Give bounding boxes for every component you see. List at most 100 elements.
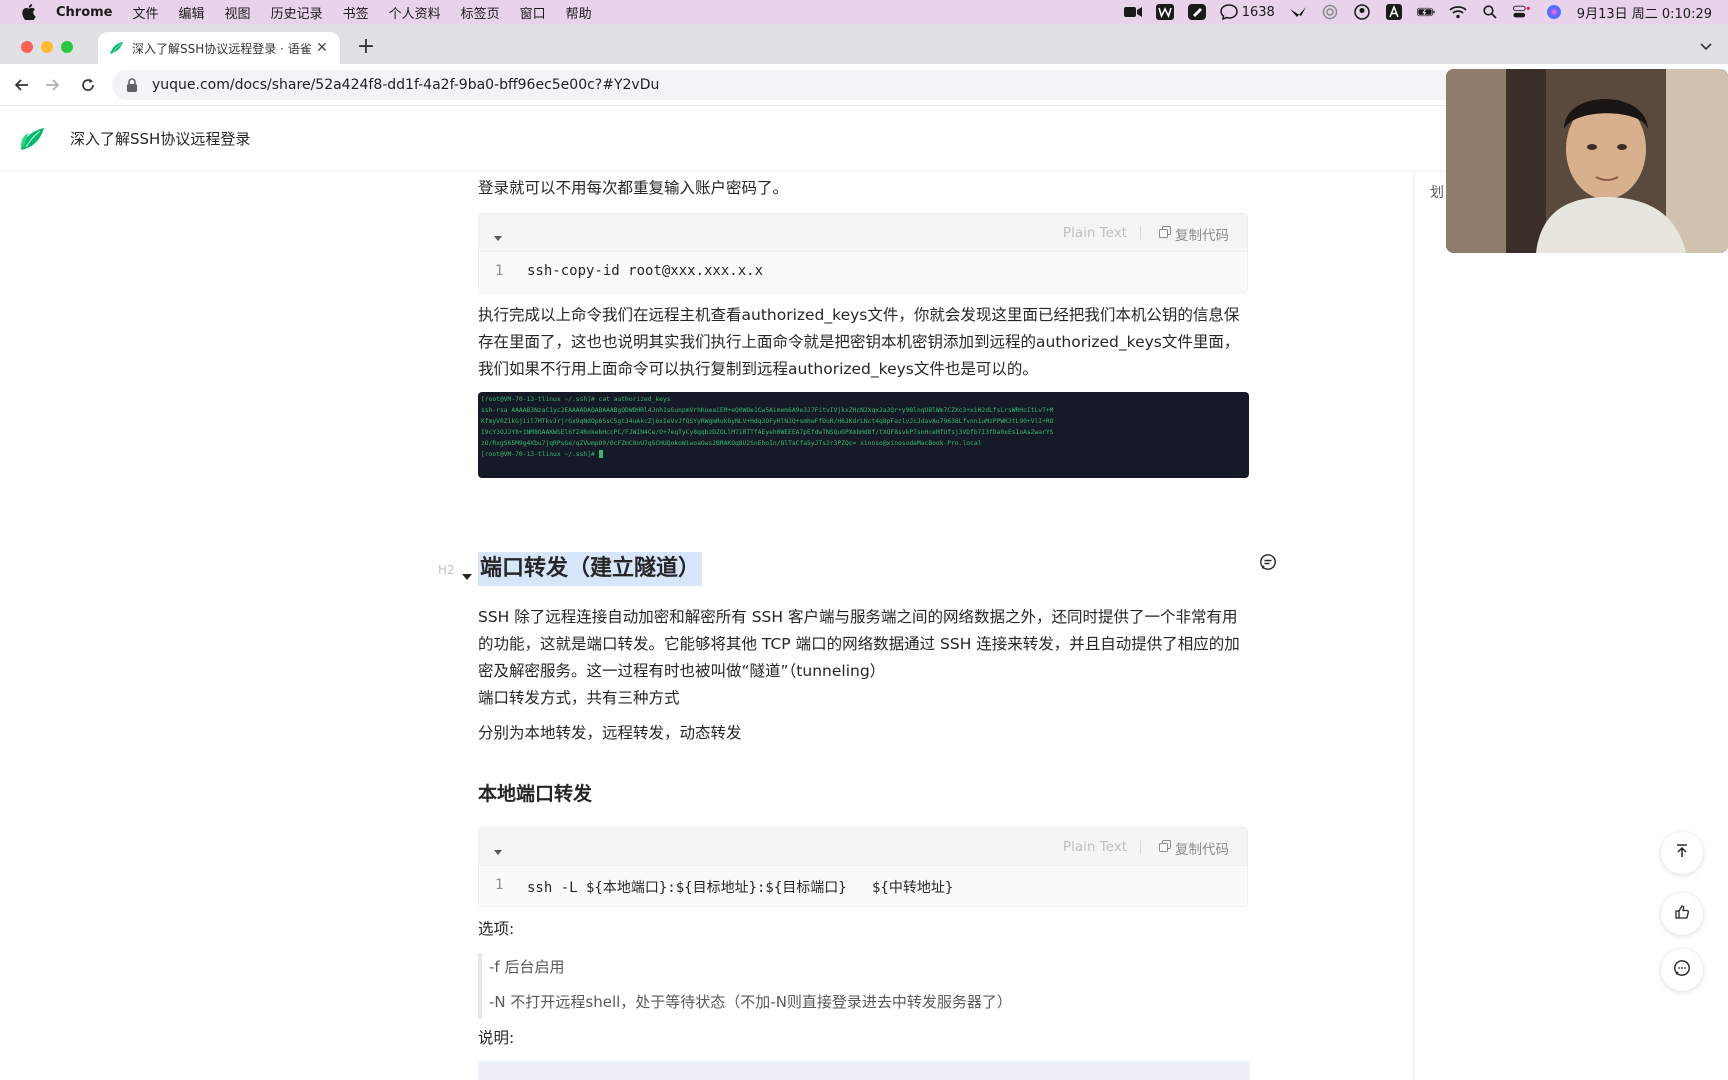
comment-icon[interactable] (1259, 553, 1277, 571)
user-circle-icon[interactable] (1353, 4, 1371, 20)
yuque-logo-icon[interactable] (18, 126, 46, 152)
lock-icon[interactable] (126, 78, 140, 92)
video-camera-icon[interactable] (1123, 4, 1142, 20)
code-block-header: Plain Text 复制代码 (479, 214, 1247, 252)
spiral-icon[interactable] (1321, 4, 1339, 20)
options-label: 选项: (478, 920, 515, 938)
thumbs-up-icon (1674, 904, 1690, 924)
zoom-window-button[interactable] (61, 41, 73, 53)
apple-icon[interactable] (20, 3, 38, 21)
option-n-line: -N 不打开远程shell，处于等待状态（不加-N则直接登录进去中转发服务器了） (489, 993, 1012, 1011)
forward-arrow-icon[interactable] (42, 75, 62, 95)
highlighted-block (478, 1061, 1250, 1080)
copy-code-button[interactable]: 复制代码 (1159, 838, 1229, 858)
copy-icon (1159, 226, 1171, 242)
forwarding-list-line: 分别为本地转发，远程转发，动态转发 (478, 724, 742, 742)
explain-label: 说明: (478, 1029, 515, 1047)
copy-icon (1159, 840, 1171, 856)
terminal-cursor (598, 450, 603, 458)
close-window-button[interactable] (21, 41, 33, 53)
tab-close-icon[interactable]: ✕ (314, 40, 330, 56)
heading-level-marker: H2 (438, 563, 455, 577)
macos-menubar: Chrome 文件 编辑 视图 历史记录 书签 个人资料 标签页 窗口 帮助 1… (0, 0, 1728, 24)
webcam-overlay (1446, 69, 1728, 253)
code-block-header: Plain Text 复制代码 (479, 828, 1247, 866)
menu-tab[interactable]: 标签页 (461, 3, 500, 22)
pen-app-icon[interactable] (1187, 4, 1206, 20)
code-language-label[interactable]: Plain Text (1063, 839, 1127, 855)
menu-view[interactable]: 视图 (225, 3, 251, 22)
battery-icon[interactable] (1416, 4, 1435, 20)
menu-app-chrome[interactable]: Chrome (56, 5, 113, 20)
yuque-favicon-icon (108, 40, 124, 56)
terminal-line: KfmyV0Z1kGjiil7MTkvJrjrGx9qNdOp6SsC5gt34… (481, 418, 1054, 425)
intro-paragraph: 登录就可以不用每次都重复输入账户密码了。 (478, 179, 789, 197)
menu-help[interactable]: 帮助 (566, 3, 592, 22)
back-to-top-button[interactable] (1661, 832, 1703, 874)
menu-history[interactable]: 历史记录 (271, 3, 323, 22)
url-text[interactable]: yuque.com/docs/share/52a424f8-dd1f-4a2f-… (152, 77, 659, 93)
code-header-divider (1140, 226, 1141, 240)
terminal-line: [root@VM-70-13-tlinux ~/.ssh]# cat autho… (481, 396, 671, 403)
feishu-icon[interactable] (1289, 4, 1307, 20)
forwarding-types-line: 端口转发方式，共有三种方式 (478, 689, 680, 707)
code-line-number: 1 (495, 263, 504, 279)
collapse-caret-icon[interactable] (493, 228, 503, 241)
code-header-divider (1140, 840, 1141, 854)
terminal-prompt-line: [root@VM-70-13-tlinux ~/.ssh]# (481, 449, 1246, 460)
code-block-ssh-copy-id: Plain Text 复制代码 1 ssh-copy-id root@xxx.x… (478, 213, 1248, 293)
comment-bubble-icon (1673, 959, 1691, 981)
chat-bubble-icon[interactable]: 1638 (1219, 4, 1275, 20)
menu-window[interactable]: 窗口 (520, 3, 546, 22)
menu-file[interactable]: 文件 (133, 3, 159, 22)
menu-bookmarks[interactable]: 书签 (343, 3, 369, 22)
quote-bar (478, 953, 482, 1019)
copy-code-button[interactable]: 复制代码 (1159, 224, 1229, 244)
chrome-tab-strip: 深入了解SSH协议远程登录 · 语雀 ✕ + (0, 24, 1728, 64)
menu-edit[interactable]: 编辑 (179, 3, 205, 22)
new-tab-button[interactable]: + (354, 36, 378, 60)
search-icon[interactable] (1481, 4, 1499, 20)
notification-count: 1638 (1241, 4, 1275, 20)
control-center-icon[interactable] (1512, 4, 1531, 20)
tab-title: 深入了解SSH协议远程登录 · 语雀 (132, 41, 312, 56)
wifi-icon[interactable] (1449, 4, 1467, 20)
address-bar[interactable]: yuque.com/docs/share/52a424f8-dd1f-4a2f-… (112, 70, 1462, 100)
doc-header-title[interactable]: 深入了解SSH协议远程登录 (70, 128, 250, 149)
option-f-line: -f 后台启用 (489, 958, 565, 976)
section-heading-port-forwarding[interactable]: 端口转发（建立隧道） (478, 552, 703, 586)
code-language-label[interactable]: Plain Text (1063, 225, 1127, 241)
code-block-body[interactable]: 1 ssh -L ${本地端口}:${目标地址}:${目标端口} ${中转地址} (479, 866, 1247, 906)
reload-icon[interactable] (78, 75, 98, 95)
arrow-up-icon (1674, 843, 1690, 863)
minimize-window-button[interactable] (41, 41, 53, 53)
code-block-body[interactable]: 1 ssh-copy-id root@xxx.xxx.x.x (479, 252, 1247, 292)
wps-icon[interactable] (1155, 4, 1174, 20)
right-panel-divider (1413, 172, 1414, 1080)
ssh-tunnel-paragraph: SSH 除了远程连接自动加密和解密所有 SSH 客户端与服务端之间的网络数据之外… (478, 608, 1240, 680)
input-method-icon[interactable] (1385, 4, 1403, 20)
like-button[interactable] (1661, 893, 1703, 935)
code-block-ssh-local-forward: Plain Text 复制代码 1 ssh -L ${本地端口}:${目标地址}… (478, 827, 1248, 907)
menubar-datetime[interactable]: 9月13日 周二 0:10:29 (1577, 3, 1712, 22)
terminal-line: I9cY3OJJY8+1NM8GAAKWSEl6fZ4RokebHccPC/FJ… (481, 429, 1054, 436)
heading-collapse-caret-icon[interactable] (462, 566, 472, 580)
terminal-line: zO/RxgS65M9g4Xbu7jqRPsGe/qZVwmpO9/0cFZmC… (481, 440, 982, 447)
terminal-screenshot-image[interactable]: [root@VM-70-13-tlinux ~/.ssh]# cat autho… (478, 392, 1249, 478)
comments-button[interactable] (1661, 949, 1703, 991)
webcam-person-image (1446, 69, 1728, 253)
code-line[interactable]: ssh-copy-id root@xxx.xxx.x.x (527, 263, 763, 279)
subsection-heading-local-forwarding[interactable]: 本地端口转发 (478, 779, 592, 806)
terminal-line: ssh-rsa AAAAB3NzaC1yc2EAAAADAQABAAABgQDW… (481, 407, 1054, 414)
back-arrow-icon[interactable] (12, 75, 32, 95)
code-line[interactable]: ssh -L ${本地端口}:${目标地址}:${目标端口} ${中转地址} (527, 877, 953, 897)
menu-profile[interactable]: 个人资料 (389, 3, 441, 22)
copy-code-label: 复制代码 (1175, 842, 1229, 858)
collapse-caret-icon[interactable] (493, 842, 503, 855)
authorized-keys-paragraph: 执行完成以上命令我们在远程主机查看authorized_keys文件，你就会发现… (478, 306, 1240, 378)
tab-search-chevron-icon[interactable] (1698, 38, 1714, 54)
code-line-number: 1 (495, 877, 504, 893)
right-panel-label[interactable]: 划 (1430, 182, 1444, 202)
active-tab[interactable]: 深入了解SSH协议远程登录 · 语雀 ✕ (98, 32, 340, 64)
siri-icon[interactable] (1545, 4, 1563, 20)
